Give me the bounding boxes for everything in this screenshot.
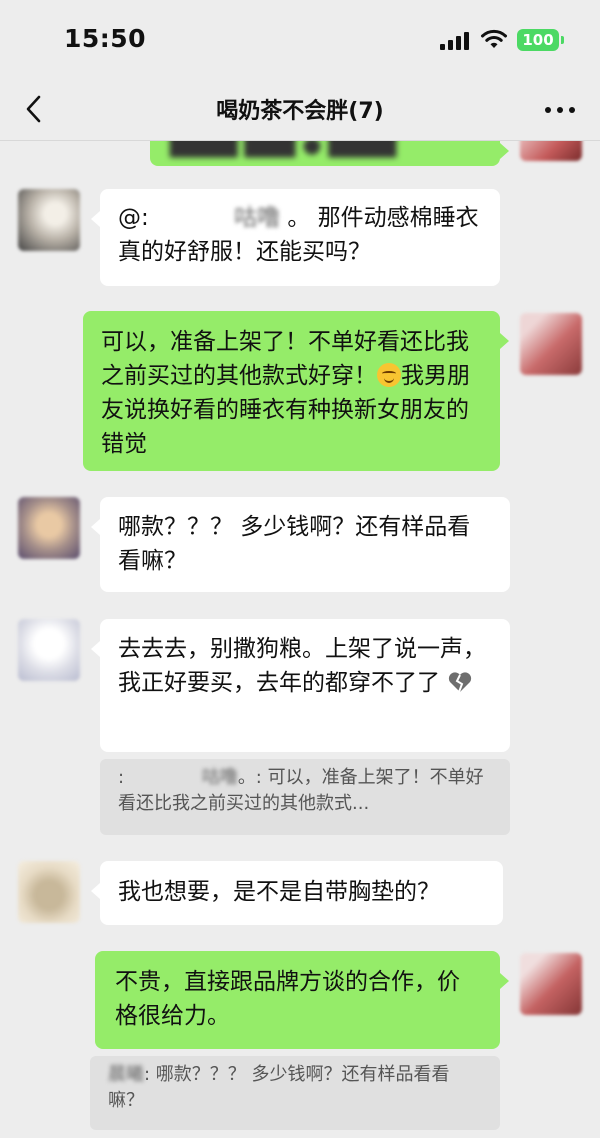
message-text: 不贵，直接跟品牌方谈的合作，价格很给力。 — [115, 969, 460, 1029]
cellular-signal-icon — [440, 32, 470, 50]
avatar-member-3[interactable] — [18, 619, 80, 681]
avatar-self[interactable] — [520, 953, 582, 1015]
quote-text: 。: 可以，准备上架了！不单好看还比我之前买过的其他款式... — [118, 767, 484, 814]
chat-title: 喝奶茶不会胖(7) — [216, 99, 384, 124]
status-time: 15:50 — [64, 24, 147, 53]
message-bubble-out[interactable]: 不贵，直接跟品牌方谈的合作，价格很给力。 — [95, 951, 509, 1049]
message-bubble-in[interactable]: 去去去，别撒狗粮。上架了说一声，我正好要买，去年的都穿不了了 — [91, 619, 510, 752]
avatar-member-2[interactable] — [18, 497, 80, 559]
mention-text: @: — [118, 205, 149, 231]
nav-bar: 喝奶茶不会胖(7) — [0, 80, 600, 141]
quoted-message[interactable]: : 咕噜。: 可以，准备上架了！不单好看还比我之前买过的其他款式... — [100, 759, 510, 835]
quote-prefix: : — [118, 767, 125, 788]
avatar-self[interactable] — [520, 141, 582, 161]
avatar-self[interactable] — [520, 313, 582, 375]
message-text: 去去去，别撒狗粮。上架了说一声，我正好要买，去年的都穿不了了 — [118, 636, 486, 696]
quote-text: : 哪款？？？ 多少钱啊？还有样品看看嘛？ — [108, 1064, 450, 1111]
message-text: 。 那件动感棉睡衣真的好舒服！还能买吗？ — [118, 205, 479, 265]
message-bubble-in[interactable]: @: 咕噜 。 那件动感棉睡衣真的好舒服！还能买吗？ — [91, 189, 500, 286]
message-bubble-out[interactable]: 可以，准备上架了！不单好看还比我之前买过的其他款式好穿！ 我男朋友说换好看的睡衣有… — [83, 311, 509, 471]
smiling-face-emoji-icon — [377, 363, 401, 387]
quote-name: 咕噜 — [201, 767, 238, 788]
more-options-icon[interactable] — [536, 90, 584, 126]
wifi-icon — [481, 29, 507, 48]
broken-heart-icon — [449, 672, 472, 693]
avatar-member-1[interactable] — [18, 189, 80, 251]
message-text: 哪款？？？ 多少钱啊？还有样品看看嘛？ — [118, 514, 471, 574]
mention-name: 咕噜 — [234, 205, 281, 231]
status-bar: 15:50 100 — [0, 0, 600, 80]
blurred-text: ████ ███ ● ████ — [170, 141, 397, 158]
chat-area[interactable]: ████ ███ ● ████ @: 咕噜 。 那件动感棉睡衣真的好舒服！还能买… — [0, 141, 600, 1138]
battery-icon: 100 — [517, 29, 559, 51]
quote-name: 晨曦 — [108, 1064, 144, 1085]
avatar-member-4[interactable] — [18, 861, 80, 923]
battery-tip — [561, 36, 564, 44]
message-bubble-in[interactable]: 哪款？？？ 多少钱啊？还有样品看看嘛？ — [91, 497, 510, 592]
message-text: 我也想要，是不是自带胸垫的？ — [118, 879, 440, 905]
quoted-message[interactable]: 晨曦: 哪款？？？ 多少钱啊？还有样品看看嘛？ — [90, 1056, 500, 1130]
message-bubble-in[interactable]: 我也想要，是不是自带胸垫的？ — [91, 861, 503, 925]
message-bubble-out-partial[interactable]: ████ ███ ● ████ — [150, 141, 509, 166]
